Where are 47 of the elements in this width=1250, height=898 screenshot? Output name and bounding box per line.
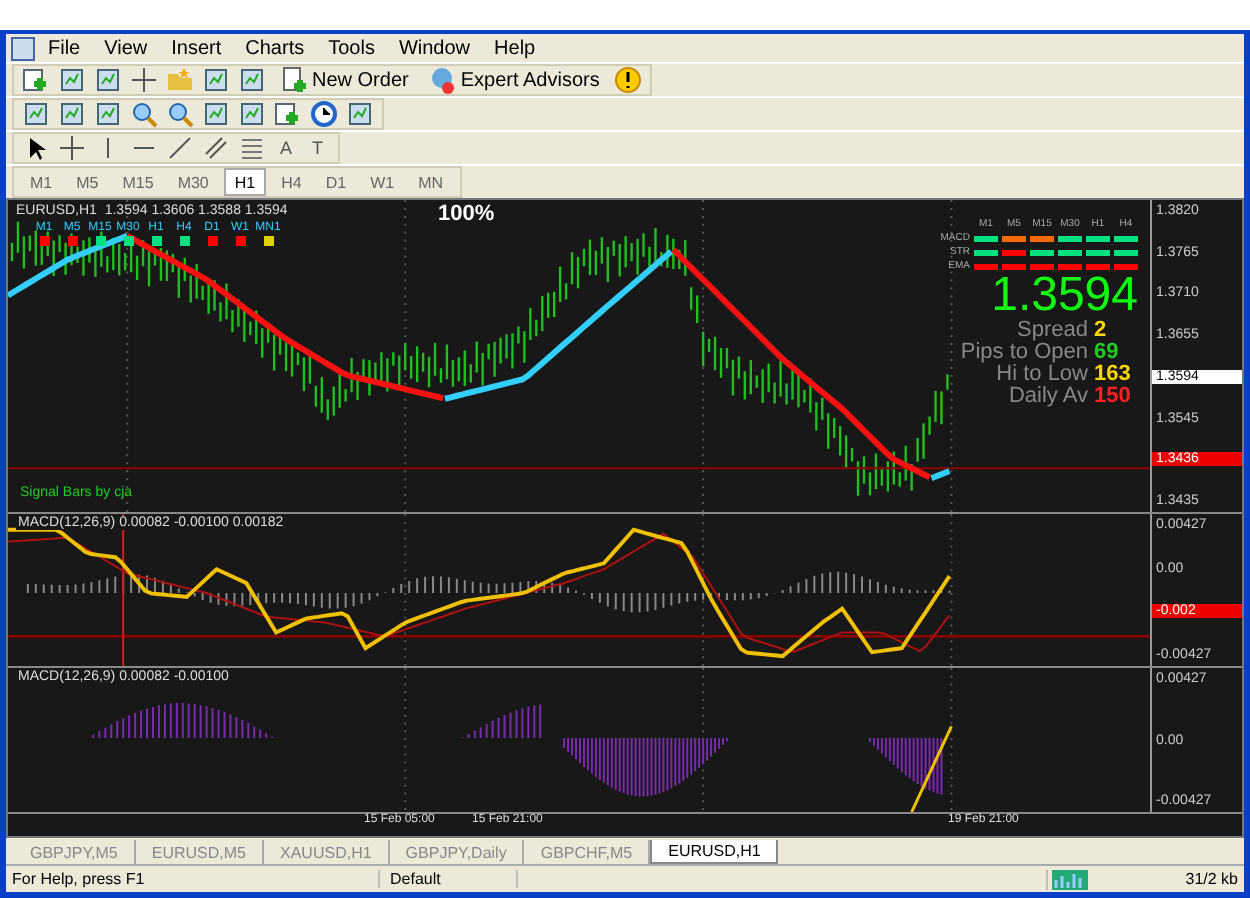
menu-item[interactable]: Insert: [159, 37, 234, 59]
zoom-in-icon[interactable]: [130, 100, 158, 128]
zoom-out-icon[interactable]: [166, 100, 194, 128]
menu-item[interactable]: View: [92, 37, 160, 59]
fibonacci-icon[interactable]: [238, 134, 266, 162]
status-profile: Default: [384, 870, 518, 888]
chart-tab[interactable]: EURUSD,H1: [650, 840, 779, 864]
timeframe-button[interactable]: D1: [317, 168, 355, 196]
status-help: For Help, press F1: [6, 870, 380, 888]
stat-label: Pips to Open: [960, 342, 1088, 364]
timeframe-button[interactable]: MN: [410, 168, 452, 196]
clock-icon[interactable]: [310, 100, 338, 128]
timeframe-button[interactable]: M15: [114, 168, 162, 196]
stat-label: Spread: [1015, 320, 1088, 342]
macd-line: [910, 725, 953, 812]
timeframe-button[interactable]: H4: [273, 168, 310, 196]
text-tool-button[interactable]: T: [306, 134, 330, 162]
stat-value: 2: [1094, 320, 1109, 342]
trendline-icon[interactable]: [166, 134, 194, 162]
timeframe-button[interactable]: M1: [22, 168, 61, 196]
connection-icon: [1052, 869, 1088, 889]
stat-value: 163: [1094, 364, 1133, 386]
stat-value: 69: [1094, 342, 1121, 364]
timeframe-button[interactable]: H1: [224, 168, 266, 196]
zoom-label: 100%: [438, 202, 495, 226]
timeframe-button[interactable]: W1: [362, 168, 403, 196]
text-tool-button[interactable]: A: [274, 134, 299, 162]
menu-item[interactable]: Help: [482, 37, 548, 59]
stat-value: 150: [1094, 386, 1133, 408]
app-icon: [10, 35, 36, 61]
stat-label: Hi to Low: [996, 364, 1088, 386]
stat-label: Daily Av: [1006, 386, 1088, 408]
channel-icon[interactable]: [202, 134, 230, 162]
status-traffic: 31/2 kb: [1183, 870, 1240, 888]
menu-item[interactable]: Tools: [316, 37, 387, 59]
timeframe-button[interactable]: M5: [68, 168, 107, 196]
menu-item[interactable]: File: [36, 37, 93, 59]
new-chart-icon[interactable]: [22, 66, 50, 94]
crosshair-icon[interactable]: [58, 134, 86, 162]
current-price: 1.3594: [991, 272, 1138, 320]
expert-advisors-button[interactable]: Expert Advisors: [422, 66, 606, 94]
timeframe-button[interactable]: M30: [169, 168, 217, 196]
new-order-button[interactable]: New Order: [274, 66, 415, 94]
crosshair-icon[interactable]: [130, 66, 158, 94]
menu-item[interactable]: Charts: [233, 37, 317, 59]
alert-icon[interactable]: [613, 66, 642, 94]
menu-item[interactable]: Window: [386, 37, 483, 59]
